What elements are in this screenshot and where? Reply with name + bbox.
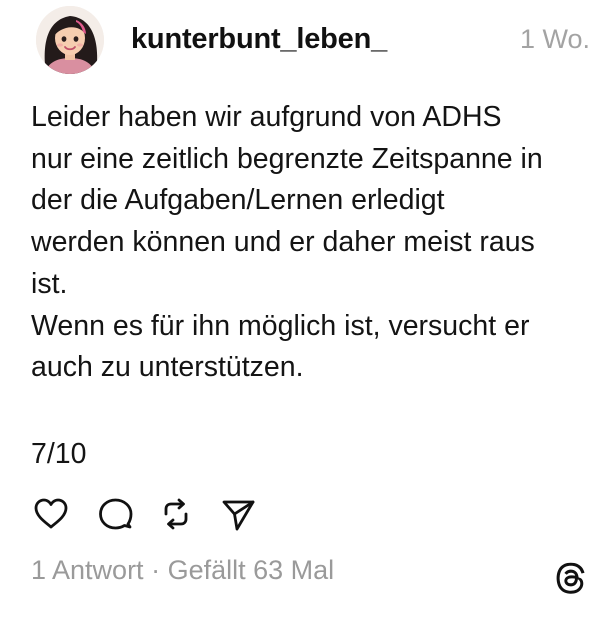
share-button[interactable] [218,494,258,534]
post-body-line: ist. [31,267,68,300]
repost-button[interactable] [156,494,196,534]
send-paper-plane-icon [222,500,255,531]
avatar[interactable] [36,6,104,74]
post-body: Leider haben wir aufgrund von ADHS nur e… [31,97,601,389]
post-body-line: Leider haben wir aufgrund von ADHS [31,101,502,133]
likes-count-link[interactable]: Gefällt 63 Mal [168,555,335,585]
replies-count-link[interactable]: 1 Antwort [31,555,144,585]
avatar-illustration [36,6,104,74]
reply-button[interactable] [95,494,135,534]
thread-counter: 7/10 [31,438,87,470]
heart-icon [34,498,68,529]
post-header: kunterbunt_leben_ 1 Wo. [36,6,592,80]
repost-arrows-icon [164,498,188,530]
post-body-line: Wenn es für ihn möglich ist, versucht er [31,309,530,342]
post-body-line: der die Aufgaben/Lernen erledigt [31,184,445,217]
stats-separator: · [151,555,161,585]
post-body-line: auch zu unterstützen. [31,351,304,384]
username[interactable]: kunterbunt_leben_ [131,23,387,56]
post-body-line: werden können und er daher meist raus [31,226,535,259]
post-timestamp: 1 Wo. [519,24,590,54]
threads-logo-icon [552,560,590,598]
threads-post: kunterbunt_leben_ 1 Wo. Leider haben wir… [0,0,610,624]
post-stats: 1 Antwort · Gefällt 63 Mal [31,555,334,586]
post-body-line: nur eine zeitlich begrenzte Zeitspanne i… [31,142,543,175]
like-button[interactable] [31,494,71,534]
comment-bubble-icon [99,498,133,530]
